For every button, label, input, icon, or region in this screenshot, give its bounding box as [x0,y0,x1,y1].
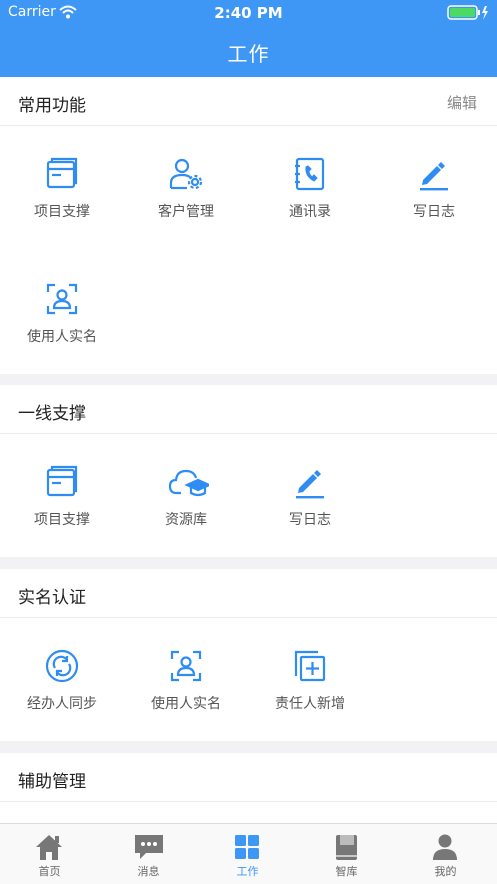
item-write-log[interactable]: 写日志 [248,465,372,565]
item-label: 写日志 [289,512,331,528]
tab-library[interactable]: 智库 [297,824,396,884]
section-title: 常用功能 [18,96,86,116]
section-header: 一线支撑 [0,385,497,434]
pencil-icon [417,157,451,191]
section-header: 实名认证 [0,569,497,618]
section-assist: 辅助管理 [0,753,497,823]
pencil-icon [293,465,327,499]
phone-book-icon [293,157,327,191]
folder-icon [45,157,79,191]
page-title: 工作 [227,42,270,66]
face-scan-icon [45,282,79,316]
section-frontline: 一线支撑 项目支撑 资源库 写日志 [0,385,497,557]
tab-label: 消息 [137,865,160,878]
person-icon [431,833,459,861]
item-label: 资源库 [165,512,207,528]
item-contacts[interactable]: 通讯录 [248,157,372,257]
section-common: 常用功能 编辑 项目支撑 客户管理 通讯录 写日志 使用人实名 [0,77,497,374]
item-label: 使用人实名 [27,329,97,345]
section-title: 一线支撑 [18,404,86,424]
tab-home[interactable]: 首页 [0,824,99,884]
add-copy-icon [293,649,327,683]
item-user-realname[interactable]: 使用人实名 [0,282,124,382]
item-user-realname[interactable]: 使用人实名 [124,649,248,749]
item-add-responsible[interactable]: 责任人新增 [248,649,372,749]
item-write-log[interactable]: 写日志 [372,157,496,257]
tab-messages[interactable]: 消息 [99,824,198,884]
app-header: Carrier 2:40 PM 工作 [0,0,497,77]
book-icon [332,833,360,861]
home-icon [35,833,63,861]
tab-label: 我的 [434,865,457,878]
item-label: 项目支撑 [34,204,90,220]
cloud-graduation-icon [168,465,212,499]
grid-icon [233,833,261,861]
sync-icon [45,649,79,683]
message-icon [134,833,163,861]
item-project-support[interactable]: 项目支撑 [0,465,124,565]
tab-work[interactable]: 工作 [198,824,297,884]
section-realname: 实名认证 经办人同步 使用人实名 责任人新增 [0,569,497,741]
tab-label: 首页 [38,865,61,878]
status-bar: Carrier 2:40 PM [0,0,497,26]
item-label: 责任人新增 [275,696,345,712]
face-scan-icon [169,649,203,683]
item-label: 写日志 [413,204,455,220]
status-time: 2:40 PM [214,4,283,22]
item-label: 客户管理 [158,204,214,220]
tab-label: 工作 [236,865,259,878]
tab-bar: 首页 消息 工作 智库 我的 [0,823,497,884]
section-header: 常用功能 编辑 [0,77,497,126]
section-title: 实名认证 [18,588,86,608]
item-project-support[interactable]: 项目支撑 [0,157,124,257]
item-resource-library[interactable]: 资源库 [124,465,248,565]
tab-profile[interactable]: 我的 [396,824,495,884]
user-settings-icon [169,157,203,191]
item-label: 项目支撑 [34,512,90,528]
section-header: 辅助管理 [0,753,497,802]
folder-icon [45,465,79,499]
battery-icon [447,5,489,25]
item-customer-management[interactable]: 客户管理 [124,157,248,257]
item-label: 使用人实名 [151,696,221,712]
item-agent-sync[interactable]: 经办人同步 [0,649,124,749]
item-label: 通讯录 [289,204,331,220]
item-label: 经办人同步 [27,696,97,712]
edit-button[interactable]: 编辑 [447,92,477,113]
tab-label: 智库 [335,865,358,878]
section-title: 辅助管理 [18,772,86,792]
